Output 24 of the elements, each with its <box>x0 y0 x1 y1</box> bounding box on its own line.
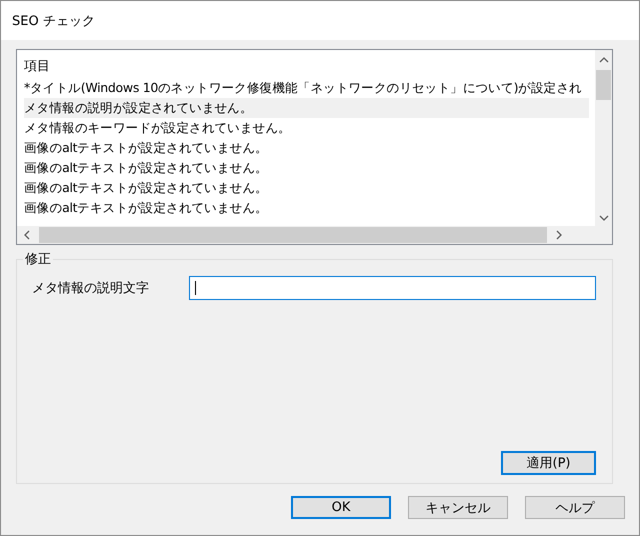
window-title: SEO チェック <box>12 12 95 30</box>
list-item[interactable]: *タイトル(Windows 10のネットワーク修復機能「ネットワークのリセット」について)が設定され <box>24 78 589 98</box>
field-label: メタ情報の説明文字 <box>32 280 150 297</box>
list-item[interactable]: メタ情報の説明が設定されていません。 <box>24 98 589 118</box>
dialog-button[interactable]: OK <box>291 496 391 519</box>
vertical-scrollbar[interactable] <box>595 50 612 226</box>
scroll-thumb[interactable] <box>39 227 547 243</box>
list-item[interactable]: 画像のaltテキストが設定されていません。 <box>24 178 589 198</box>
list-item[interactable]: 画像のaltテキストが設定されていません。 <box>24 138 589 158</box>
list-item[interactable]: メタ情報のキーワードが設定されていません。 <box>24 118 589 138</box>
dialog-button[interactable]: キャンセル <box>408 496 508 519</box>
horizontal-scrollbar[interactable] <box>17 226 612 244</box>
list-item[interactable]: 画像のaltテキストが設定されていません。 <box>24 198 589 218</box>
dialog-button[interactable]: ヘルプ <box>525 496 625 519</box>
scroll-left-icon[interactable] <box>23 230 31 240</box>
apply-button[interactable]: 適用(P) <box>501 451 596 475</box>
list-item[interactable]: 画像のaltテキストが設定されていません。 <box>24 158 589 178</box>
scroll-thumb[interactable] <box>596 70 611 100</box>
group-title: 修正 <box>23 250 53 268</box>
scroll-right-icon[interactable] <box>555 230 563 240</box>
column-header: 項目 <box>24 58 51 76</box>
scroll-down-icon[interactable] <box>598 214 608 222</box>
scroll-up-icon[interactable] <box>598 56 608 64</box>
description-field[interactable] <box>189 276 596 300</box>
